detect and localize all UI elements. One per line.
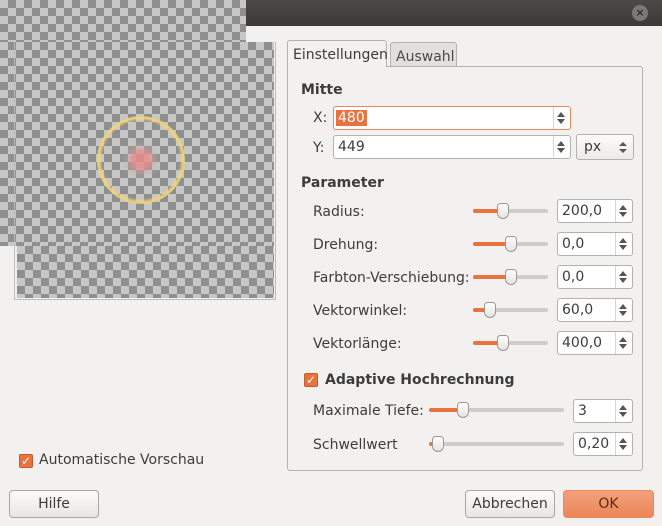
adaptive-checkbox[interactable]: ✓ [304,373,318,387]
vektorwinkel-slider[interactable] [473,302,548,318]
chevron-down-icon[interactable] [619,212,627,217]
y-spinbutton[interactable]: 449 [333,135,571,159]
supernova-flare-preview [97,116,185,204]
chevron-down-icon[interactable] [619,412,627,417]
radius-spin-arrows[interactable] [615,200,632,222]
chevron-down-icon[interactable] [619,311,627,316]
adaptive-label[interactable]: Adaptive Hochrechnung [325,372,515,388]
preview-canvas-top [0,0,246,42]
vektorwinkel-value: 60,0 [562,302,594,318]
radius-slider[interactable] [473,203,548,219]
tab-auswahl[interactable]: Auswahl [390,42,457,66]
help-button[interactable]: Hilfe [9,490,99,518]
chevron-down-icon[interactable] [557,148,565,153]
x-label: X: [313,110,328,126]
preview-canvas-bottom [17,246,274,298]
drehung-label: Drehung: [313,237,379,253]
preview-checkbox[interactable]: ✓ [19,454,33,468]
slider-handle[interactable] [505,236,517,252]
maximale-tiefe-spinbutton[interactable]: 3 [573,399,633,423]
farbton-verschiebung-spinbutton[interactable]: 0,0 [557,265,633,289]
slider-handle[interactable] [505,269,517,285]
chevron-up-icon[interactable] [619,337,627,342]
cancel-button[interactable]: Abbrechen [465,490,555,518]
radius-value: 200,0 [562,203,603,219]
farbton-verschiebung-value: 0,0 [562,269,585,285]
chevron-up-icon[interactable] [619,405,627,410]
chevron-down-icon[interactable] [619,278,627,283]
maximale-tiefe-label: Maximale Tiefe: [313,403,424,419]
vektorwinkel-label: Vektorwinkel: [313,303,408,319]
unit-value: px [584,139,602,155]
ok-button[interactable]: OK [563,490,654,518]
x-spin-arrows[interactable] [553,107,570,129]
unit-dropdown[interactable]: px [576,134,634,160]
farbton-verschiebung-label: Farbton-Verschiebung: [313,270,470,286]
close-icon[interactable]: × [632,5,648,21]
y-spin-arrows[interactable] [553,136,570,158]
mitte-heading: Mitte [301,82,343,98]
chevron-up-icon[interactable] [557,112,565,117]
y-value: 449 [338,139,365,155]
schwellwert-value: 0,20 [578,436,610,452]
slider-handle[interactable] [432,436,444,452]
maximale-tiefe-slider[interactable] [429,402,564,418]
y-label: Y: [313,140,325,156]
schwellwert-label: Schwellwert [313,437,398,453]
drehung-spin-arrows[interactable] [615,233,632,255]
vektorlaenge-spin-arrows[interactable] [615,332,632,354]
checkmark-icon: ✓ [305,373,317,387]
chevron-down-icon[interactable] [557,119,565,124]
drehung-slider[interactable] [473,236,548,252]
tab-einstellungen[interactable]: Einstellungen [287,40,388,67]
farbton-spin-arrows[interactable] [615,266,632,288]
drehung-value: 0,0 [562,236,585,252]
chevron-down-icon[interactable] [619,344,627,349]
vektorwinkel-spin-arrows[interactable] [615,299,632,321]
radius-spinbutton[interactable]: 200,0 [557,199,633,223]
radius-label: Radius: [313,204,365,220]
slider-handle[interactable] [497,335,509,351]
drehung-spinbutton[interactable]: 0,0 [557,232,633,256]
tiefe-spin-arrows[interactable] [615,400,632,422]
vektorlaenge-label: Vektorlänge: [313,336,402,352]
preview-label[interactable]: Automatische Vorschau [39,452,204,468]
parameter-heading: Parameter [301,175,384,191]
chevron-up-icon[interactable] [619,304,627,309]
settings-panel: Mitte X: 480 Y: 449 px Parameter Radius:… [287,66,643,471]
chevron-up-icon[interactable] [619,238,627,243]
schwellwert-spin-arrows[interactable] [615,433,632,455]
x-value: 480 [336,110,367,126]
chevron-down-icon[interactable] [619,445,627,450]
chevron-up-icon [619,142,627,146]
chevron-up-icon[interactable] [619,438,627,443]
slider-handle[interactable] [484,302,496,318]
chevron-up-icon[interactable] [619,205,627,210]
vektorlaenge-slider[interactable] [473,335,548,351]
chevron-up-icon[interactable] [619,271,627,276]
chevron-up-icon[interactable] [557,141,565,146]
farbton-verschiebung-slider[interactable] [473,269,548,285]
vektorwinkel-spinbutton[interactable]: 60,0 [557,298,633,322]
chevron-down-icon [619,149,627,153]
vektorlaenge-value: 400,0 [562,335,603,351]
x-spinbutton[interactable]: 480 [333,106,571,130]
checkmark-icon: ✓ [20,454,32,468]
schwellwert-slider[interactable] [429,436,564,452]
chevron-down-icon[interactable] [619,245,627,250]
slider-handle[interactable] [497,203,509,219]
vektorlaenge-spinbutton[interactable]: 400,0 [557,331,633,355]
maximale-tiefe-value: 3 [578,403,587,419]
schwellwert-spinbutton[interactable]: 0,20 [573,432,633,456]
slider-handle[interactable] [457,402,469,418]
